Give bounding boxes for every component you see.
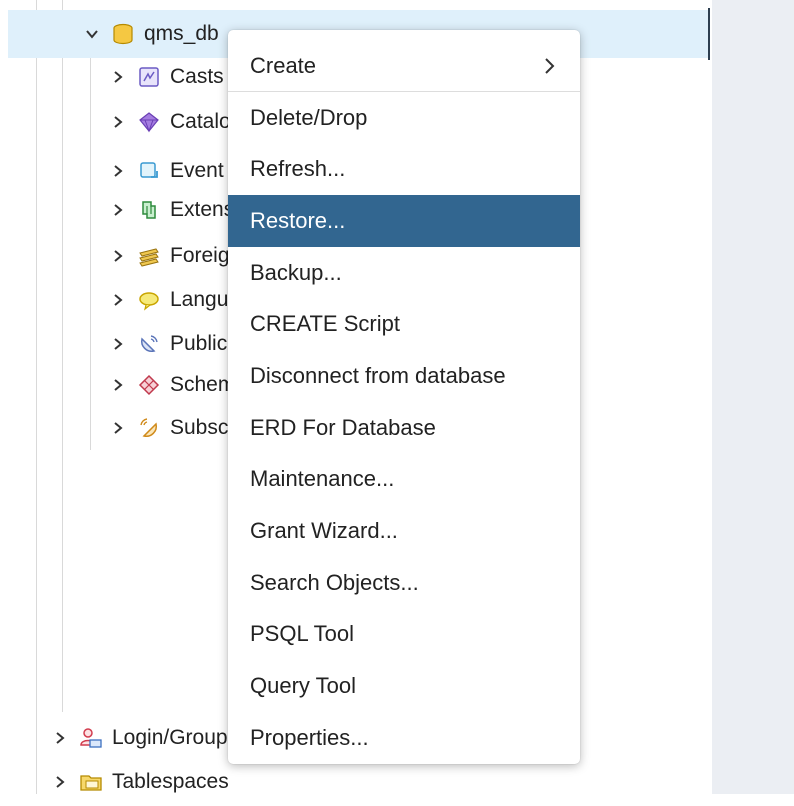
schemas-icon [136,372,162,398]
menu-item-refresh[interactable]: Refresh... [228,143,580,195]
tree-guide-line [90,58,91,450]
chevron-right-icon[interactable] [108,246,128,266]
languages-icon [136,287,162,313]
tree-node-tablespaces[interactable]: Tablespaces [50,758,229,806]
tree-node-casts[interactable]: Casts [108,53,224,101]
menu-item-maintenance[interactable]: Maintenance... [228,454,580,506]
database-icon [110,21,136,47]
panel-divider[interactable] [708,8,710,60]
tree-guide-line [36,0,37,794]
menu-item-label: Refresh... [250,156,346,182]
login-roles-icon [78,725,104,751]
catalogs-icon [136,109,162,135]
menu-item-create-script[interactable]: CREATE Script [228,298,580,350]
menu-item-label: Backup... [250,259,342,285]
chevron-right-icon[interactable] [108,375,128,395]
menu-item-label: Query Tool [250,673,356,699]
menu-item-backup[interactable]: Backup... [228,247,580,299]
menu-item-grant-wizard[interactable]: Grant Wizard... [228,505,580,557]
tree-node-label: Casts [170,65,224,88]
menu-item-label: Disconnect from database [250,362,506,388]
menu-item-delete-drop[interactable]: Delete/Drop [228,92,580,144]
menu-item-psql-tool[interactable]: PSQL Tool [228,609,580,661]
menu-item-erd[interactable]: ERD For Database [228,402,580,454]
tree-node-label: qms_db [144,22,219,45]
menu-item-properties[interactable]: Properties... [228,712,580,764]
event-triggers-icon [136,158,162,184]
chevron-right-icon [544,56,558,76]
chevron-right-icon[interactable] [108,290,128,310]
chevron-right-icon[interactable] [108,67,128,87]
casts-icon [136,64,162,90]
chevron-right-icon[interactable] [108,200,128,220]
menu-item-restore[interactable]: Restore... [228,195,580,247]
subscriptions-icon [136,415,162,441]
chevron-right-icon[interactable] [50,728,70,748]
menu-item-label: Search Objects... [250,569,419,595]
chevron-right-icon[interactable] [108,161,128,181]
context-menu: Create Delete/Drop Refresh... Restore...… [228,30,580,764]
menu-item-label: Grant Wizard... [250,518,398,544]
menu-item-disconnect[interactable]: Disconnect from database [228,350,580,402]
right-panel [712,0,794,794]
tree-node-database[interactable]: qms_db [82,10,219,58]
menu-item-search-objects[interactable]: Search Objects... [228,557,580,609]
chevron-right-icon[interactable] [108,334,128,354]
tree-guide-line [62,0,63,712]
chevron-right-icon[interactable] [108,112,128,132]
tablespaces-icon [78,769,104,795]
menu-item-label: Delete/Drop [250,104,368,130]
chevron-right-icon[interactable] [50,772,70,792]
menu-item-create[interactable]: Create [228,40,580,92]
chevron-down-icon[interactable] [82,24,102,44]
menu-item-label: Restore... [250,207,346,233]
menu-item-label: Properties... [250,724,369,750]
menu-item-label: PSQL Tool [250,621,354,647]
menu-item-label: Create [250,52,317,78]
menu-item-query-tool[interactable]: Query Tool [228,660,580,712]
chevron-right-icon[interactable] [108,418,128,438]
menu-item-label: ERD For Database [250,414,436,440]
menu-item-label: Maintenance... [250,466,395,492]
extensions-icon [136,197,162,223]
tree-node-label: Tablespaces [112,770,229,793]
menu-item-label: CREATE Script [250,311,400,337]
publications-icon [136,331,162,357]
foreign-data-wrappers-icon [136,243,162,269]
